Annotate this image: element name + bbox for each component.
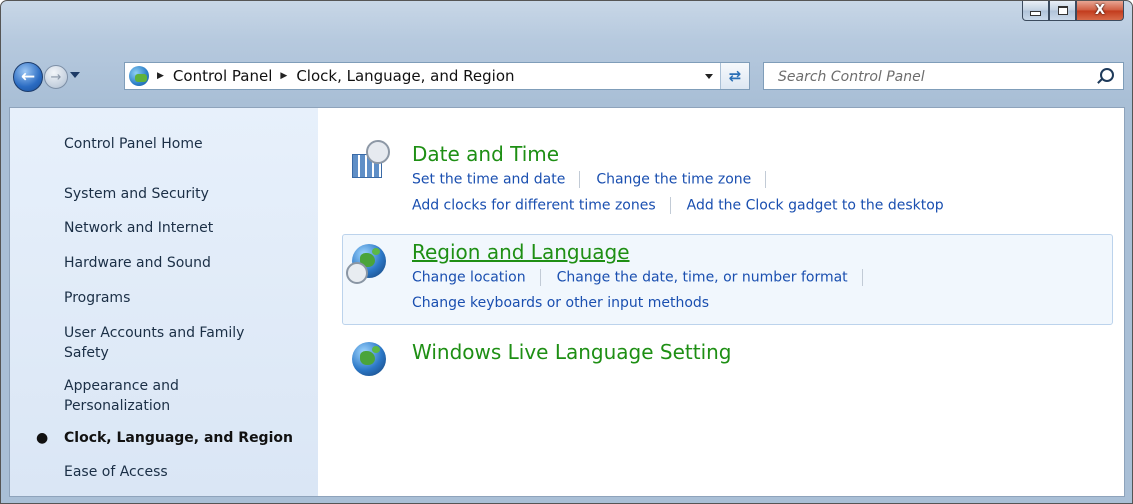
close-button[interactable]: X <box>1076 1 1124 21</box>
title-bar[interactable]: X <box>1 1 1132 53</box>
link-separator <box>539 269 541 286</box>
category-title-date-and-time[interactable]: Date and Time <box>412 142 559 166</box>
category-links: Add clocks for different time zones Add t… <box>412 197 944 214</box>
back-button[interactable]: ← <box>13 62 43 92</box>
search-box <box>763 62 1124 91</box>
sidebar: Control Panel Home System and Security N… <box>10 108 318 496</box>
refresh-icon: ⇄ <box>728 67 742 85</box>
sidebar-item-clock-language-region: ● Clock, Language, and Region <box>36 428 304 448</box>
breadcrumb-control-panel[interactable]: Control Panel <box>173 67 272 85</box>
globe-clock-icon[interactable] <box>346 244 386 284</box>
maximize-button[interactable] <box>1049 1 1076 21</box>
sidebar-item-label: Clock, Language, and Region <box>64 430 293 446</box>
category-title-windows-live-language[interactable]: Windows Live Language Setting <box>412 340 732 364</box>
control-panel-icon <box>129 66 149 86</box>
close-icon: X <box>1094 3 1106 18</box>
sidebar-item-system-and-security[interactable]: System and Security <box>64 184 304 204</box>
forward-arrow-icon: → <box>50 69 62 85</box>
search-icon[interactable] <box>1100 68 1114 82</box>
link-change-location[interactable]: Change location <box>412 270 526 286</box>
sidebar-item-programs[interactable]: Programs <box>64 288 304 308</box>
category-links: Change keyboards or other input methods <box>412 295 709 311</box>
navigation-bar: ← → ▶ Control Panel ▶ Clock, Language, a… <box>1 57 1132 97</box>
minimize-button[interactable] <box>1022 1 1049 21</box>
link-change-keyboards[interactable]: Change keyboards or other input methods <box>412 295 709 311</box>
link-change-time-zone[interactable]: Change the time zone <box>596 172 751 188</box>
link-add-clocks[interactable]: Add clocks for different time zones <box>412 198 656 214</box>
category-links: Change location Change the date, time, or… <box>412 269 879 286</box>
category-links: Set the time and date Change the time zon… <box>412 171 782 188</box>
link-set-time-and-date[interactable]: Set the time and date <box>412 172 565 188</box>
back-arrow-icon: ← <box>20 67 36 87</box>
breadcrumb-clock-language-region[interactable]: Clock, Language, and Region <box>296 67 514 85</box>
search-input[interactable] <box>764 63 1100 91</box>
recent-pages-dropdown[interactable] <box>70 72 80 78</box>
sidebar-item-ease-of-access[interactable]: Ease of Access <box>64 462 304 482</box>
refresh-button[interactable]: ⇄ <box>720 63 749 89</box>
minimize-icon <box>1030 11 1041 16</box>
sidebar-item-hardware-and-sound[interactable]: Hardware and Sound <box>64 253 304 273</box>
forward-button[interactable]: → <box>44 65 68 89</box>
sidebar-item-appearance[interactable]: Appearance and Personalization <box>64 376 224 416</box>
sidebar-item-user-accounts[interactable]: User Accounts and Family Safety <box>64 323 289 363</box>
sidebar-item-control-panel-home[interactable]: Control Panel Home <box>64 134 304 154</box>
main-panel: Date and Time Set the time and date Chang… <box>318 108 1124 496</box>
link-change-date-time-number-format[interactable]: Change the date, time, or number format <box>557 270 848 286</box>
address-history-dropdown[interactable] <box>705 74 713 79</box>
chevron-right-icon[interactable]: ▶ <box>280 71 287 81</box>
link-separator <box>579 171 581 188</box>
category-title-region-and-language[interactable]: Region and Language <box>412 240 630 264</box>
current-item-bullet: ● <box>36 430 49 446</box>
link-separator <box>861 269 863 286</box>
sidebar-item-network-and-internet[interactable]: Network and Internet <box>64 218 304 238</box>
maximize-icon <box>1057 6 1068 15</box>
window-controls: X <box>1022 1 1124 23</box>
content-area: Control Panel Home System and Security N… <box>9 107 1125 497</box>
link-separator <box>669 197 671 214</box>
control-panel-window: X ← → ▶ Control Panel ▶ Clock, Language,… <box>0 0 1133 504</box>
link-add-clock-gadget[interactable]: Add the Clock gadget to the desktop <box>687 198 944 214</box>
chevron-right-icon[interactable]: ▶ <box>157 71 164 81</box>
address-bar[interactable]: ▶ Control Panel ▶ Clock, Language, and R… <box>124 62 750 90</box>
link-separator <box>765 171 767 188</box>
globe-icon[interactable] <box>352 342 386 376</box>
calendar-clock-icon[interactable] <box>352 140 390 178</box>
